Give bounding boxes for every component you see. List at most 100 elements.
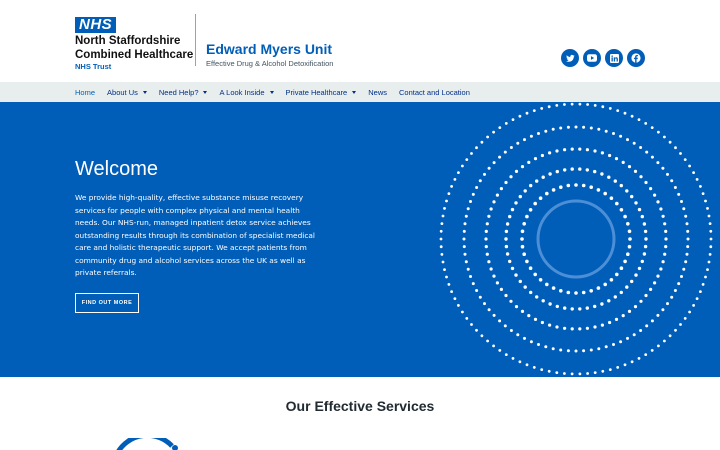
decorative-dot — [625, 285, 629, 289]
nav-item-about-us[interactable]: About Us — [107, 88, 147, 97]
decorative-dot — [498, 319, 502, 323]
decorative-dot — [614, 317, 619, 321]
decorative-dot — [695, 178, 699, 181]
decorative-dot — [656, 313, 660, 317]
decorative-dot — [555, 371, 559, 374]
decorative-dot — [529, 183, 533, 188]
nav-item-need-help[interactable]: Need Help? — [159, 88, 208, 97]
decorative-dot — [597, 127, 601, 131]
decorative-dot — [684, 260, 688, 264]
decorative-dot — [570, 102, 574, 106]
decorative-dot — [462, 229, 466, 233]
decorative-dot — [603, 282, 607, 287]
decorative-dot — [525, 214, 529, 219]
decorative-dot — [555, 325, 559, 329]
decorative-dot — [589, 126, 593, 130]
decorative-dot — [532, 366, 536, 369]
decorative-dot — [659, 207, 663, 211]
decorative-dot — [484, 245, 488, 249]
decorative-dot — [623, 214, 627, 219]
nav-item-private-healthcare[interactable]: Private Healthcare — [286, 88, 357, 97]
decorative-dot — [614, 157, 619, 161]
decorative-dot — [450, 290, 453, 293]
decorative-dot — [682, 267, 686, 271]
decorative-dot — [487, 260, 491, 264]
decorative-dot — [499, 187, 503, 191]
decorative-dot — [608, 107, 612, 110]
decorative-dot — [504, 229, 509, 234]
decorative-dot — [612, 132, 615, 135]
decorative-dot — [664, 229, 668, 233]
unit-branding[interactable]: Edward Myers Unit Effective Drug & Alcoh… — [206, 40, 333, 70]
youtube-icon — [587, 54, 597, 62]
nav-item-a-look-inside[interactable]: A Look Inside — [219, 88, 274, 97]
nav-item-news[interactable]: News — [368, 88, 387, 97]
logo-divider — [195, 14, 196, 66]
decorative-dot — [683, 158, 687, 161]
decorative-dot — [699, 290, 702, 293]
decorative-dot — [581, 183, 586, 188]
decorative-dot — [495, 193, 499, 197]
decorative-dot — [527, 314, 531, 318]
decorative-dot — [593, 304, 597, 309]
decorative-dot — [645, 324, 649, 328]
decorative-dot — [518, 114, 522, 118]
decorative-dot — [621, 314, 625, 318]
decorative-dot — [461, 164, 464, 168]
decorative-dot — [563, 326, 567, 330]
decorative-dot — [616, 109, 620, 112]
unit-title: Edward Myers Unit — [206, 41, 333, 57]
decorative-dot — [630, 114, 634, 118]
decorative-dot — [695, 297, 699, 300]
decorative-dot — [673, 289, 677, 292]
decorative-dot — [487, 166, 491, 170]
decorative-dot — [518, 194, 522, 199]
decorative-dot — [555, 104, 559, 107]
decorative-dot — [604, 345, 608, 349]
decorative-dot — [653, 193, 657, 197]
decorative-dot — [673, 186, 677, 189]
decorative-dot — [504, 180, 508, 185]
facebook-link[interactable] — [627, 49, 645, 67]
nav-item-home[interactable]: Home — [75, 88, 95, 97]
decorative-dot — [639, 146, 643, 149]
decorative-dot — [634, 201, 638, 205]
linkedin-link[interactable] — [605, 49, 623, 67]
decorative-dot — [523, 189, 527, 193]
decorative-dot — [504, 353, 508, 356]
find-out-more-button[interactable]: FIND OUT MORE — [75, 293, 139, 313]
decorative-dot — [639, 299, 643, 303]
decorative-dot — [566, 349, 570, 353]
decorative-dot — [574, 291, 578, 295]
youtube-link[interactable] — [583, 49, 601, 67]
decorative-dot — [570, 307, 574, 311]
decorative-dot — [566, 125, 570, 129]
decorative-dot — [525, 111, 529, 115]
twitter-link[interactable] — [561, 49, 579, 67]
decorative-dot — [677, 282, 681, 286]
decorative-dot — [439, 237, 443, 241]
decorative-dot — [544, 129, 548, 133]
decorative-dot — [475, 328, 478, 332]
decorative-dot — [709, 245, 713, 249]
nav-item-contact-and-location[interactable]: Contact and Location — [399, 88, 470, 97]
nav-item-label: News — [368, 87, 387, 97]
decorative-dot — [642, 222, 647, 226]
decorative-dot — [589, 348, 593, 352]
decorative-dot — [489, 267, 493, 271]
trust-logo[interactable]: NHS North Staffordshire Combined Healthc… — [75, 14, 193, 71]
decorative-dot — [625, 189, 629, 193]
decorative-dot — [498, 126, 502, 129]
decorative-dot — [626, 138, 629, 142]
hero-title: Welcome — [75, 158, 158, 180]
decorative-dot — [465, 158, 469, 161]
decorative-dot — [621, 160, 625, 164]
decorative-dot — [440, 253, 444, 256]
decorative-dot — [443, 268, 446, 271]
decorative-dot — [680, 275, 683, 278]
decorative-dot — [537, 132, 540, 135]
decorative-dot — [664, 237, 668, 241]
decorative-dot — [613, 295, 617, 299]
decorative-dot — [499, 287, 503, 291]
decorative-dot — [607, 299, 611, 303]
